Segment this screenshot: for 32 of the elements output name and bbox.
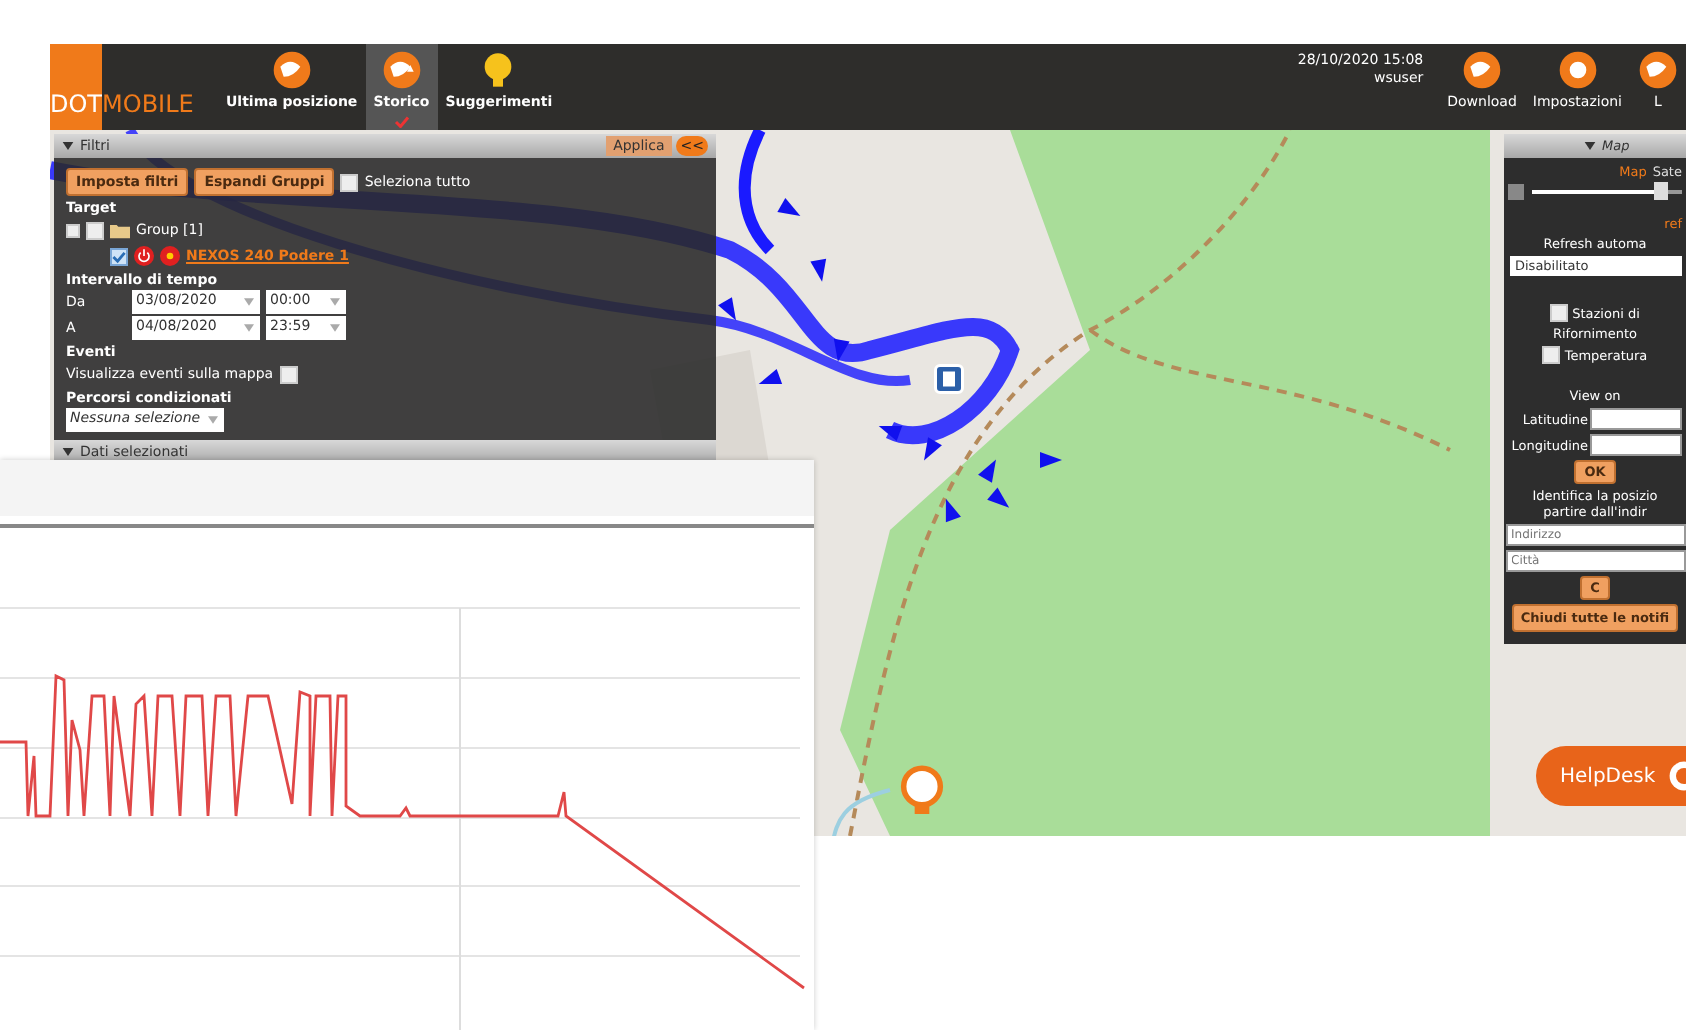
caret-icon (62, 448, 74, 456)
caret-icon (1584, 142, 1596, 150)
caret-icon (244, 298, 254, 306)
expand-checkbox[interactable] (66, 223, 80, 237)
longitude-field[interactable] (1590, 434, 1682, 456)
direction-arrow-icon (718, 297, 736, 321)
caret-icon (208, 416, 219, 424)
caret-icon (244, 324, 254, 332)
vehicle-marker-icon[interactable] (934, 364, 964, 394)
dotmobile-logo: DOTMOBILE (50, 44, 218, 130)
caret-icon (330, 324, 340, 332)
latitude-field[interactable] (1590, 408, 1682, 430)
lightbulb-pin-icon[interactable] (900, 764, 944, 820)
slider-thumb[interactable] (1653, 182, 1668, 200)
checkbox[interactable] (110, 247, 128, 265)
direction-arrow-icon (987, 487, 1010, 508)
direction-arrow-icon (945, 498, 961, 523)
check-icon (393, 116, 410, 128)
direction-arrow-icon (978, 459, 996, 483)
status-dot-icon (160, 246, 180, 266)
caret-icon (62, 142, 74, 150)
direction-arrow-icon (878, 425, 903, 441)
power-icon (134, 246, 154, 266)
direction-arrow-icon (758, 369, 783, 385)
direction-arrow-icon (1040, 452, 1062, 468)
direction-arrow-icon (777, 198, 801, 216)
gear-icon (1557, 50, 1598, 90)
direction-arrow-icon (924, 437, 942, 461)
direction-arrow-icon (810, 258, 827, 282)
direction-arrow-icon (833, 338, 850, 362)
folder-icon (110, 220, 130, 240)
caret-icon (330, 298, 340, 306)
